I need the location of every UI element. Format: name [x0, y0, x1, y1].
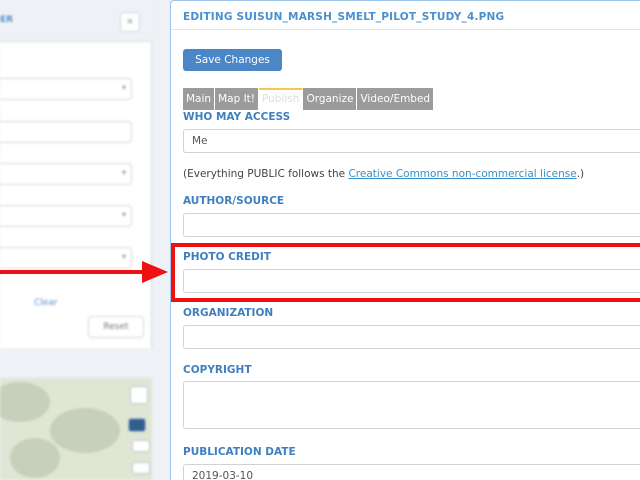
license-note-prefix: (Everything PUBLIC follows the — [183, 168, 349, 180]
who-may-access-label: WHO MAY ACCESS — [183, 111, 291, 123]
creative-commons-link[interactable]: Creative Commons non-commercial license — [348, 168, 576, 180]
tab-main[interactable]: Main — [183, 88, 216, 110]
divider — [171, 29, 640, 30]
license-note: (Everything PUBLIC follows the Creative … — [183, 168, 584, 180]
edit-panel: EDITING SUISUN_MARSH_SMELT_PILOT_STUDY_4… — [170, 0, 640, 480]
tab-publish[interactable]: Publish — [259, 88, 304, 110]
save-button[interactable]: Save Changes — [183, 49, 282, 71]
left-filter-panel: ER × ▾ ▾ ▾ ▾ Clear Reset — [0, 0, 160, 480]
layer-toggle-icon[interactable] — [128, 418, 146, 432]
map-preview[interactable] — [0, 378, 152, 480]
author-source-label: AUTHOR/SOURCE — [183, 195, 285, 207]
filter-select[interactable]: ▾ — [0, 78, 132, 100]
reset-button[interactable]: Reset — [88, 316, 144, 338]
filter-select[interactable]: ▾ — [0, 163, 132, 185]
zoom-icon[interactable] — [132, 462, 150, 474]
chevron-down-icon: ▾ — [121, 252, 126, 261]
chevron-down-icon: ▾ — [121, 210, 126, 219]
copyright-label: COPYRIGHT — [183, 364, 252, 376]
editor-tabs: Main Map It! Publish Organize Video/Embe… — [183, 88, 435, 110]
chevron-down-icon: ▾ — [121, 83, 126, 92]
publication-date-input[interactable]: 2019-03-10 — [183, 464, 640, 480]
highlight-box — [171, 243, 640, 302]
organization-label: ORGANIZATION — [183, 307, 274, 319]
clear-link[interactable]: Clear — [34, 298, 58, 308]
license-note-suffix: .) — [576, 168, 585, 180]
who-may-access-select[interactable]: Me — [183, 129, 640, 153]
tab-map-it[interactable]: Map It! — [215, 88, 259, 110]
map-terrain — [50, 408, 120, 453]
author-source-input[interactable] — [183, 213, 640, 237]
filter-panel-header: ER × — [0, 0, 152, 42]
map-terrain — [10, 438, 60, 478]
tab-video-embed[interactable]: Video/Embed — [357, 88, 435, 110]
close-icon[interactable]: × — [120, 12, 140, 32]
filter-select[interactable]: ▾ — [0, 247, 132, 269]
filter-input[interactable] — [0, 121, 132, 143]
annotation-arrow-head — [142, 261, 168, 283]
chevron-down-icon: ▾ — [121, 168, 126, 177]
filter-select[interactable]: ▾ — [0, 205, 132, 227]
organization-input[interactable] — [183, 325, 640, 349]
tab-organize[interactable]: Organize — [303, 88, 358, 110]
pointer-icon[interactable] — [132, 440, 150, 452]
page-title: EDITING SUISUN_MARSH_SMELT_PILOT_STUDY_4… — [183, 11, 505, 23]
publication-date-label: PUBLICATION DATE — [183, 446, 296, 458]
map-terrain — [0, 382, 50, 422]
filter-panel: ER × ▾ ▾ ▾ ▾ Clear Reset — [0, 0, 152, 348]
copyright-textarea[interactable] — [183, 381, 640, 429]
annotation-arrow-line — [0, 270, 144, 274]
edit-icon[interactable] — [130, 386, 148, 404]
filter-panel-title: ER — [0, 15, 14, 25]
